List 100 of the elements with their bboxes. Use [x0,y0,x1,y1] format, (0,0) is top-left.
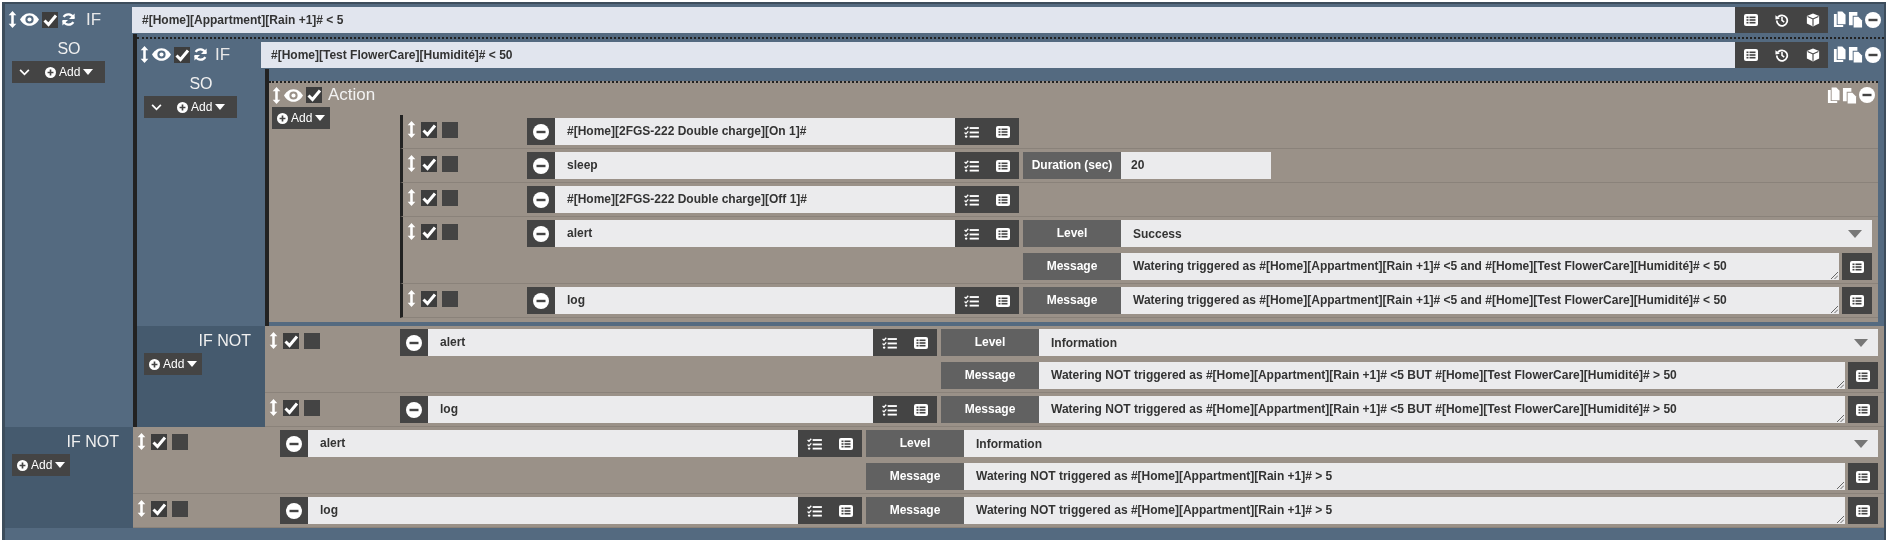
move-icon[interactable] [272,86,281,104]
copy-icon[interactable] [1833,46,1846,63]
command-field[interactable]: sleep [555,152,955,179]
remove-button[interactable] [400,396,428,423]
checkbox[interactable] [421,189,437,206]
move-icon[interactable] [407,155,416,172]
remove-icon[interactable] [1859,87,1875,103]
move-icon[interactable] [407,223,416,240]
list-button[interactable] [905,396,937,423]
command-field[interactable]: alert [308,430,798,457]
options-button[interactable] [873,396,905,423]
copy-icon[interactable] [1827,86,1840,104]
condition-field[interactable]: #[Home][Appartment][Rain +1]# < 5 [132,6,1735,33]
list-button[interactable] [905,329,937,356]
paste-icon[interactable] [1848,46,1863,63]
list-button[interactable] [1842,253,1872,280]
command-field[interactable]: log [428,396,873,423]
message-field[interactable]: Watering triggered as #[Home][Appartment][Rain +1]# <5 and #[Home][Test FlowerCare][Humidité]# < 50 [1121,253,1839,280]
add-button[interactable]: Add [272,107,331,129]
checkbox[interactable] [151,500,167,517]
list-button[interactable] [987,152,1019,179]
remove-icon[interactable] [1865,11,1881,28]
add-button[interactable]: Add [12,454,71,476]
checkbox[interactable] [172,500,188,517]
checkbox[interactable] [442,155,458,172]
checkbox[interactable] [442,290,458,307]
options-button[interactable] [873,329,905,356]
options-button[interactable] [798,497,830,524]
copy-icon[interactable] [1833,11,1846,28]
move-icon[interactable] [8,11,17,28]
list-button[interactable] [987,118,1019,145]
command-field[interactable]: alert [555,220,955,247]
move-icon[interactable] [407,290,416,307]
eye-icon[interactable] [20,13,39,26]
add-button[interactable]: Add [144,353,203,375]
options-button[interactable] [955,152,987,179]
options-button[interactable] [955,220,987,247]
checkbox[interactable] [306,87,322,103]
value-field[interactable]: 20 [1121,152,1271,179]
command-field[interactable]: #[Home][2FGS-222 Double charge][On 1]# [555,118,955,145]
remove-button[interactable] [527,287,555,314]
level-select[interactable]: Information [1039,329,1878,356]
list-button[interactable] [1848,396,1878,423]
resize-grip-icon[interactable] [1830,305,1838,313]
list-button[interactable] [1842,287,1872,314]
checkbox[interactable] [174,46,190,63]
message-field[interactable]: Watering NOT triggered as #[Home][Appartment][Rain +1]# > 5 [964,463,1845,490]
command-field[interactable]: #[Home][2FGS-222 Double charge][Off 1]# [555,186,955,213]
move-icon[interactable] [407,121,416,138]
resize-grip-icon[interactable] [1836,414,1844,422]
checkbox[interactable] [304,332,320,349]
paste-icon[interactable] [1848,11,1863,28]
checkbox[interactable] [283,332,299,349]
condition-field[interactable]: #[Home][Test FlowerCare][Humidité]# < 50 [261,41,1735,68]
refresh-icon[interactable] [193,47,208,62]
list-button[interactable] [1848,362,1878,389]
list-button[interactable] [1848,497,1878,524]
eye-icon[interactable] [152,48,171,61]
checkbox[interactable] [442,121,458,138]
list-button[interactable] [830,430,862,457]
checkbox[interactable] [421,223,437,240]
resize-grip-icon[interactable] [1830,271,1838,279]
resize-grip-icon[interactable] [1836,515,1844,523]
remove-button[interactable] [527,186,555,213]
move-icon[interactable] [407,189,416,206]
options-button[interactable] [955,118,987,145]
chevron-icon[interactable] [19,68,30,76]
checkbox[interactable] [172,433,188,450]
command-field[interactable]: alert [428,329,873,356]
message-field[interactable]: Watering triggered as #[Home][Appartment][Rain +1]# <5 and #[Home][Test FlowerCare][Humidité]# < 50 [1121,287,1839,314]
remove-button[interactable] [527,220,555,247]
checkbox[interactable] [151,433,167,450]
resize-grip-icon[interactable] [1836,481,1844,489]
message-field[interactable]: Watering NOT triggered as #[Home][Appartment][Rain +1]# <5 BUT #[Home][Test FlowerCare][Humidité]# > 50 [1039,362,1845,389]
checkbox[interactable] [442,189,458,206]
remove-button[interactable] [280,497,308,524]
checkbox[interactable] [42,11,58,28]
remove-icon[interactable] [1865,46,1881,63]
move-icon[interactable] [269,332,278,349]
command-field[interactable]: log [555,287,955,314]
list-button[interactable] [987,220,1019,247]
options-button[interactable] [955,186,987,213]
resize-grip-icon[interactable] [1836,380,1844,388]
move-icon[interactable] [137,433,146,450]
refresh-icon[interactable] [61,12,76,27]
chevron-icon[interactable] [151,103,162,111]
remove-button[interactable] [280,430,308,457]
move-icon[interactable] [137,500,146,517]
level-select[interactable]: Success [1121,220,1872,247]
list-button[interactable] [987,287,1019,314]
options-button[interactable] [798,430,830,457]
checkbox[interactable] [421,155,437,172]
message-field[interactable]: Watering NOT triggered as #[Home][Appartment][Rain +1]# <5 BUT #[Home][Test FlowerCare][Humidité]# > 50 [1039,396,1845,423]
move-icon[interactable] [140,46,149,63]
remove-button[interactable] [400,329,428,356]
checkbox[interactable] [421,290,437,307]
options-button[interactable] [955,287,987,314]
checkbox[interactable] [421,121,437,138]
list-button[interactable] [1848,463,1878,490]
remove-button[interactable] [527,118,555,145]
